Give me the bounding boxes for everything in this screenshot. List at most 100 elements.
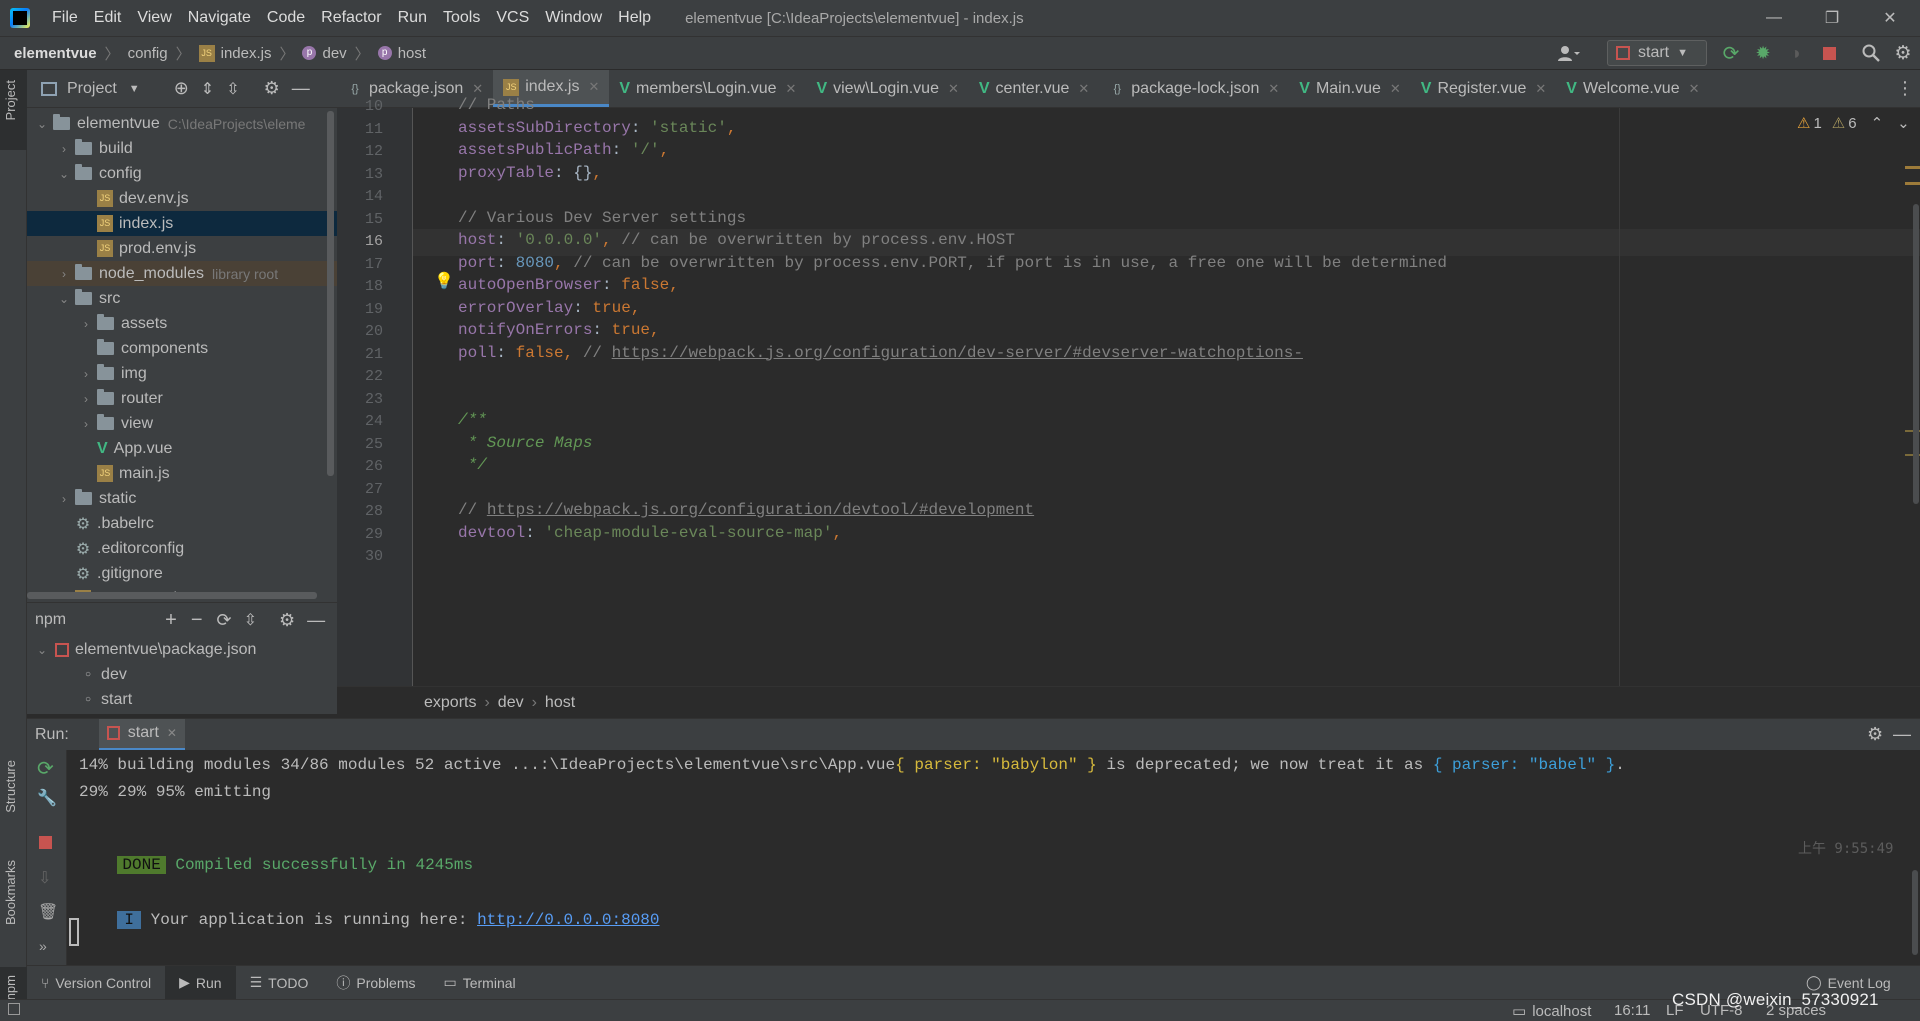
scroll-to-end-icon[interactable]: ⇩ (38, 868, 51, 888)
close-tab-icon[interactable]: ✕ (588, 79, 599, 95)
chevron-right-icon[interactable]: › (57, 492, 71, 506)
menu-file[interactable]: File (44, 0, 86, 36)
editor-tab[interactable]: V Main.vue ✕ (1289, 70, 1411, 107)
menu-help[interactable]: Help (610, 0, 659, 36)
editor-tab[interactable]: {} package-lock.json ✕ (1099, 70, 1289, 107)
tree-item[interactable]: › assets (27, 311, 337, 336)
tree-item[interactable]: ⌄ elementvue C:\IdeaProjects\eleme (27, 111, 337, 136)
console-scrollbar[interactable] (1912, 870, 1918, 955)
tree-item[interactable]: › build (27, 136, 337, 161)
chevron-right-icon[interactable]: › (79, 317, 93, 331)
previous-highlight-icon[interactable]: ⌃ (1871, 114, 1884, 132)
todo-button[interactable]: ☰ TODO (236, 974, 323, 991)
hide-panel-icon[interactable]: — (292, 78, 310, 99)
close-icon[interactable]: ✕ (167, 726, 177, 740)
npm-package-row[interactable]: ⌄ elementvue\package.json (27, 637, 337, 662)
tree-item[interactable]: ⚙ .editorconfig (27, 536, 337, 561)
editor-tab[interactable]: Vview\Login.vue ✕ (806, 70, 968, 107)
settings-gear-icon[interactable]: ⚙ (1890, 40, 1916, 66)
tree-item[interactable]: › router (27, 386, 337, 411)
tree-item[interactable]: components (27, 336, 337, 361)
close-tab-icon[interactable]: ✕ (948, 81, 959, 97)
tree-item[interactable]: JS prod.env.js (27, 236, 337, 261)
crumb-file[interactable]: JS index.js (198, 44, 271, 62)
error-stripe-mark[interactable] (1905, 166, 1920, 169)
chevron-down-icon[interactable]: ▼ (129, 83, 140, 95)
version-control-button[interactable]: ⑂ Version Control (27, 975, 165, 991)
breadcrumb-exports[interactable]: exports (424, 694, 476, 712)
rerun-icon[interactable]: ⟳ (1718, 40, 1744, 66)
minimize-button[interactable]: — (1745, 0, 1803, 36)
error-stripe-mark[interactable] (1905, 182, 1920, 185)
menu-window[interactable]: Window (537, 0, 610, 36)
editor-tab[interactable]: V Welcome.vue ✕ (1556, 70, 1709, 107)
close-tab-icon[interactable]: ✕ (1268, 81, 1279, 97)
terminal-button[interactable]: ▭ Terminal (430, 974, 530, 991)
chevron-right-icon[interactable]: › (57, 267, 71, 281)
user-icon[interactable] (1548, 40, 1588, 66)
close-tab-icon[interactable]: ✕ (1390, 81, 1401, 97)
breadcrumb-dev[interactable]: dev (498, 694, 524, 712)
npm-settings-gear-icon[interactable]: ⚙ (279, 610, 295, 631)
menu-vcs[interactable]: VCS (488, 0, 537, 36)
run-tab-start[interactable]: start ✕ (98, 718, 185, 751)
chevron-right-icon[interactable]: › (79, 367, 93, 381)
structure-stripe-label[interactable]: Structure (3, 760, 18, 813)
chevron-right-icon[interactable]: › (57, 142, 71, 156)
bookmarks-stripe-label[interactable]: Bookmarks (3, 860, 18, 925)
hide-run-icon[interactable]: — (1893, 724, 1911, 745)
locate-crosshair-icon[interactable]: ⊕ (174, 78, 189, 99)
run-button[interactable]: ▶ Run (165, 966, 236, 999)
tree-h-scrollbar[interactable] (27, 592, 317, 599)
close-tab-icon[interactable]: ✕ (1689, 81, 1700, 97)
lightbulb-icon[interactable]: 💡 (434, 271, 454, 291)
inspection-widget[interactable]: ⚠ 1 ⚠ 6 ⌃ ⌄ (1797, 114, 1910, 133)
wrench-icon[interactable]: 🔧 (37, 788, 57, 808)
toggle-tool-windows-icon[interactable] (8, 1003, 20, 1015)
attach-profiler-icon[interactable]: ◑ (1782, 40, 1808, 66)
more-tabs-icon[interactable]: ⋮ (1896, 78, 1914, 99)
crumb-folder[interactable]: config (128, 45, 168, 62)
project-stripe-label[interactable]: Project (3, 80, 18, 120)
npm-script-start[interactable]: ○ start (27, 687, 337, 712)
close-tab-icon[interactable]: ✕ (786, 81, 797, 97)
expand-all-icon[interactable]: ⇕ (201, 79, 214, 99)
caret-position[interactable]: 16:11 (1614, 1002, 1650, 1019)
add-icon[interactable]: + (165, 609, 177, 632)
server-host[interactable]: ▭ localhost (1512, 1002, 1591, 1020)
rerun-icon[interactable]: ⟳ (37, 756, 54, 781)
menu-code[interactable]: Code (259, 0, 313, 36)
chevron-right-icon[interactable]: › (79, 392, 93, 406)
run-settings-gear-icon[interactable]: ⚙ (1867, 724, 1883, 745)
collapse-icon[interactable]: ⇳ (244, 610, 257, 630)
menu-run[interactable]: Run (390, 0, 435, 36)
tree-item[interactable]: V App.vue (27, 436, 337, 461)
chevron-down-icon[interactable]: ⌄ (57, 292, 71, 306)
editor-tab[interactable]: Vmembers\Login.vue ✕ (609, 70, 806, 107)
tree-scrollbar[interactable] (327, 111, 334, 476)
close-tab-icon[interactable]: ✕ (472, 81, 483, 97)
tree-item[interactable]: JS dev.env.js (27, 186, 337, 211)
npm-script-dev[interactable]: ○ dev (27, 662, 337, 687)
tree-item[interactable]: ⌄ src (27, 286, 337, 311)
tree-item[interactable]: JS main.js (27, 461, 337, 486)
tree-item[interactable]: › static (27, 486, 337, 511)
tree-item[interactable]: JS index.js (27, 211, 337, 236)
tree-item[interactable]: › view (27, 411, 337, 436)
editor-scrollbar[interactable] (1913, 204, 1919, 504)
restore-button[interactable]: ❐ (1803, 0, 1861, 36)
menu-edit[interactable]: Edit (86, 0, 130, 36)
debug-bug-icon[interactable]: ✹ (1750, 40, 1776, 66)
collapse-all-icon[interactable]: ⇳ (226, 79, 239, 99)
search-icon[interactable] (1858, 40, 1884, 66)
editor-tab[interactable]: Vcenter.vue ✕ (969, 70, 1099, 107)
stop-icon[interactable] (1816, 40, 1842, 66)
crumb-property-host[interactable]: p host (377, 45, 426, 62)
run-console[interactable]: 14% building modules 34/86 modules 52 ac… (67, 750, 1920, 965)
tree-item[interactable]: ⚙ .babelrc (27, 511, 337, 536)
event-log-button[interactable]: ◯ Event Log (1792, 974, 1905, 991)
code-editor[interactable]: 10 11 12 13 14 15 16 17 18 19 20 21 22 23 24 25 26 27 28 29… (337, 96, 1920, 686)
app-url-link[interactable]: http://0.0.0.0:8080 (477, 911, 659, 929)
crumb-property-dev[interactable]: p dev (302, 45, 347, 62)
project-panel-title[interactable]: Project (67, 80, 117, 98)
